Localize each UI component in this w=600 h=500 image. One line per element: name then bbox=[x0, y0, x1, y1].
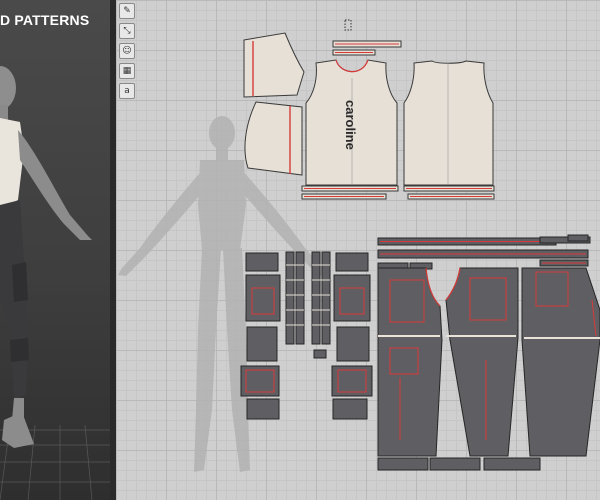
pocket-flap-2 bbox=[246, 398, 280, 420]
front-leg-right bbox=[445, 267, 519, 457]
hem-strip-3 bbox=[483, 457, 541, 471]
back-body-piece bbox=[403, 60, 494, 186]
hem-strip-1 bbox=[377, 457, 429, 471]
texture-tool-icon[interactable]: ▦ bbox=[119, 63, 135, 79]
strap-piece-2 bbox=[295, 251, 305, 345]
sleeve-piece-lower bbox=[244, 101, 303, 176]
back-leg bbox=[521, 267, 600, 457]
front-print-text: caroline bbox=[343, 100, 358, 150]
front-leg-left bbox=[377, 267, 443, 457]
strap-piece-1 bbox=[285, 251, 295, 345]
pen-tool-icon[interactable]: ✎ bbox=[119, 3, 135, 19]
strap-piece-4 bbox=[321, 251, 331, 345]
avatar-tool-icon[interactable]: ☺ bbox=[119, 43, 135, 59]
strap-piece-3 bbox=[311, 251, 321, 345]
text-tool-icon[interactable]: a bbox=[119, 83, 135, 99]
pattern-layer: caroline bbox=[118, 19, 600, 472]
belt-loop-strip bbox=[567, 234, 589, 242]
pocket-flap-1 bbox=[245, 252, 279, 272]
pocket-flap-4 bbox=[332, 398, 368, 420]
label-marker bbox=[344, 19, 352, 31]
tshirt-patterns bbox=[243, 19, 495, 200]
pattern-toolbar: ✎ ⤡ ☺ ▦ a bbox=[119, 3, 135, 103]
pocket-piece-4 bbox=[336, 326, 370, 362]
buckle-piece bbox=[313, 349, 327, 359]
pocket-piece-2 bbox=[246, 326, 278, 362]
pocket-flap-3 bbox=[335, 252, 369, 272]
transform-tool-icon[interactable]: ⤡ bbox=[119, 23, 135, 39]
hem-strip-2 bbox=[429, 457, 481, 471]
pants-patterns bbox=[240, 234, 600, 471]
